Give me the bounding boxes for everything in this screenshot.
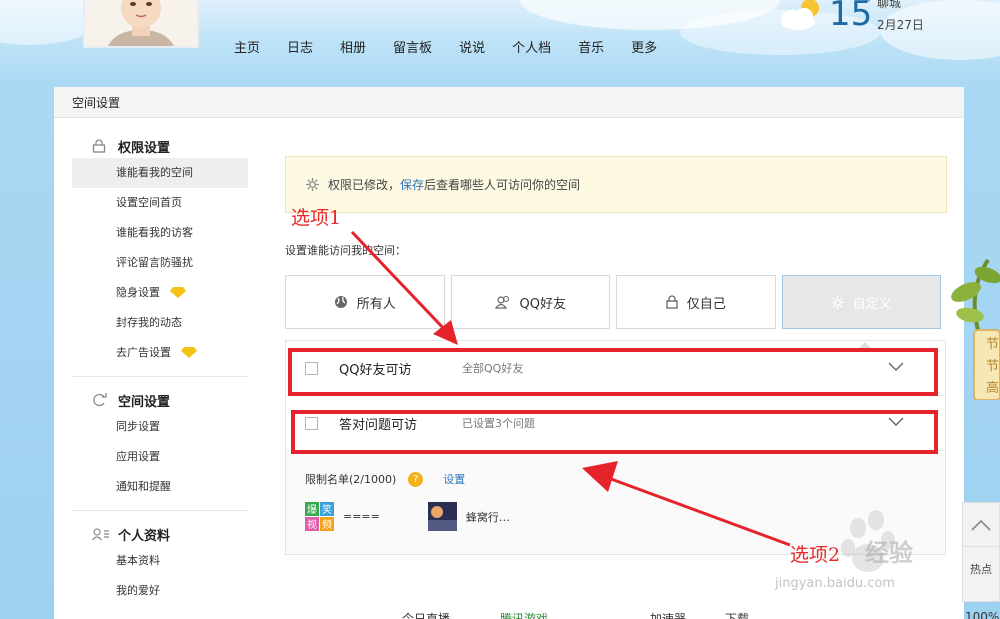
- statusbar-live[interactable]: 今日直播: [402, 610, 450, 619]
- sidebar-group-label: 个人资料: [118, 528, 171, 544]
- svg-text:频: 频: [322, 518, 332, 531]
- sidebar-item-remove-ads[interactable]: 去广告设置: [72, 338, 248, 368]
- option-label: 自定义: [852, 296, 892, 312]
- watermark-text: 经验: [865, 539, 913, 567]
- sidebar-item-anti-harass[interactable]: 评论留言防骚扰: [72, 248, 248, 278]
- sidebar-item-apps[interactable]: 应用设置: [72, 442, 248, 472]
- sidebar-item-hobbies[interactable]: 我的爱好: [72, 576, 248, 606]
- member-avatar: 爆 笑 视 频: [305, 502, 334, 531]
- restriction-header: 限制名单(2/1000) ? 设置: [305, 471, 945, 487]
- member-name: ====: [343, 510, 380, 523]
- sidebar-item-stealth[interactable]: 隐身设置: [72, 278, 248, 308]
- nav-guestbook[interactable]: 留言板: [393, 37, 432, 56]
- refresh-icon: [92, 393, 110, 407]
- svg-text:高: 高: [986, 380, 999, 396]
- annotation-box-option1: [288, 348, 938, 396]
- access-subtitle: 设置谁能访问我的空间：: [285, 244, 406, 257]
- sidebar-item-homepage[interactable]: 设置空间首页: [72, 188, 248, 218]
- option-qq-friends[interactable]: QQ好友: [450, 275, 610, 329]
- sidebar-item-visitors[interactable]: 谁能看我的访客: [72, 218, 248, 248]
- weather-icon: [781, 0, 819, 30]
- sidebar-group-profile: 个人资料 基本资料 我的爱好: [72, 522, 248, 614]
- sidebar-item-notify[interactable]: 通知和提醒: [72, 472, 248, 502]
- weather-date: 2月27日: [877, 18, 924, 32]
- svg-text:节: 节: [986, 359, 999, 374]
- nav-music[interactable]: 音乐: [578, 37, 604, 56]
- annotation-label-option2: 选项2: [790, 544, 841, 566]
- sidebar-group-label: 权限设置: [118, 140, 171, 156]
- diamond-icon: [169, 280, 186, 310]
- nav-album[interactable]: 相册: [340, 37, 366, 56]
- option-everyone[interactable]: 所有人: [285, 275, 445, 329]
- statusbar-download[interactable]: 下载: [725, 610, 749, 619]
- access-options: 所有人 QQ好友 仅自己 自定义: [285, 275, 947, 329]
- statusbar-zoom[interactable]: 100%: [965, 610, 999, 619]
- sidebar-item-label: 去广告设置: [116, 346, 171, 359]
- gear-icon: [830, 295, 844, 309]
- svg-text:视: 视: [307, 518, 317, 531]
- person-card-icon: [92, 527, 110, 541]
- restriction-settings-link[interactable]: 设置: [443, 471, 465, 487]
- panel-title: 空间设置: [54, 87, 964, 118]
- option-only-me[interactable]: 仅自己: [616, 275, 776, 329]
- gear-icon: [306, 178, 319, 191]
- statusbar-accelerator[interactable]: 加速器: [650, 610, 686, 619]
- nav-blog[interactable]: 日志: [287, 37, 313, 56]
- sidebar-item-basic-info[interactable]: 基本资料: [72, 546, 248, 576]
- statusbar-games[interactable]: 腾讯游戏: [500, 610, 548, 619]
- weather-city: 聊城: [877, 0, 902, 10]
- sidebar-item-sync[interactable]: 同步设置: [72, 412, 248, 442]
- nav-more[interactable]: 更多: [631, 37, 657, 56]
- sidebar-item-who-can-view[interactable]: 谁能看我的空间: [72, 158, 248, 188]
- lock-icon: [92, 139, 110, 153]
- help-icon[interactable]: ?: [408, 471, 424, 487]
- top-nav: 主页 日志 相册 留言板 说说 个人档 音乐 更多: [234, 37, 684, 56]
- sidebar-group-label: 空间设置: [118, 394, 171, 410]
- weather-degree: °: [865, 0, 871, 10]
- member-name: 蜂窝行…: [465, 510, 510, 524]
- svg-text:节: 节: [986, 337, 999, 352]
- friends-icon: [494, 295, 511, 309]
- annotation-label-option1: 选项1: [291, 207, 342, 229]
- plant-decoration: 节 节 高: [951, 258, 1000, 400]
- option-label: 所有人: [356, 296, 396, 312]
- sidebar-item-archive[interactable]: 封存我的动态: [72, 308, 248, 338]
- sidebar-group-title: 个人资料: [72, 522, 248, 546]
- lock-icon: [666, 295, 678, 309]
- svg-text:爆: 爆: [307, 504, 317, 516]
- restriction-label: 限制名单(2/1000): [305, 473, 397, 486]
- globe-icon: [334, 295, 348, 309]
- sidebar-item-label: 隐身设置: [116, 286, 160, 299]
- nav-home[interactable]: 主页: [234, 37, 260, 56]
- notice-bar: 权限已修改， 保存 后查看哪些人可访问你的空间: [285, 156, 947, 213]
- avatar[interactable]: [83, 0, 199, 48]
- nav-shuoshuo[interactable]: 说说: [459, 37, 485, 56]
- annotation-box-option2: [291, 410, 938, 454]
- save-link[interactable]: 保存: [400, 176, 424, 193]
- diamond-icon: [180, 340, 197, 370]
- option-label: QQ好友: [519, 296, 566, 312]
- member-avatar: [427, 502, 457, 531]
- sidebar-group-permissions: 权限设置 谁能看我的空间 设置空间首页 谁能看我的访客 评论留言防骚扰 隐身设置…: [72, 134, 248, 377]
- sidebar-group-title: 权限设置: [72, 134, 248, 158]
- option-label: 仅自己: [686, 296, 726, 312]
- browser-statusbar: 今日直播 腾讯游戏 加速器 下载 100%: [380, 609, 1000, 619]
- sidebar-group-title: 空间设置: [72, 388, 248, 412]
- svg-text:笑: 笑: [322, 503, 332, 516]
- notice-text: 权限已修改，: [328, 178, 401, 192]
- watermark-url: jingyan.baidu.com: [775, 576, 895, 591]
- settings-sidebar: 权限设置 谁能看我的空间 设置空间首页 谁能看我的访客 评论留言防骚扰 隐身设置…: [72, 134, 248, 619]
- notice-text-tail: 后查看哪些人可访问你的空间: [424, 178, 581, 192]
- nav-profile[interactable]: 个人档: [512, 37, 551, 56]
- option-custom[interactable]: 自定义: [781, 275, 941, 329]
- sidebar-group-space: 空间设置 同步设置 应用设置 通知和提醒: [72, 388, 248, 511]
